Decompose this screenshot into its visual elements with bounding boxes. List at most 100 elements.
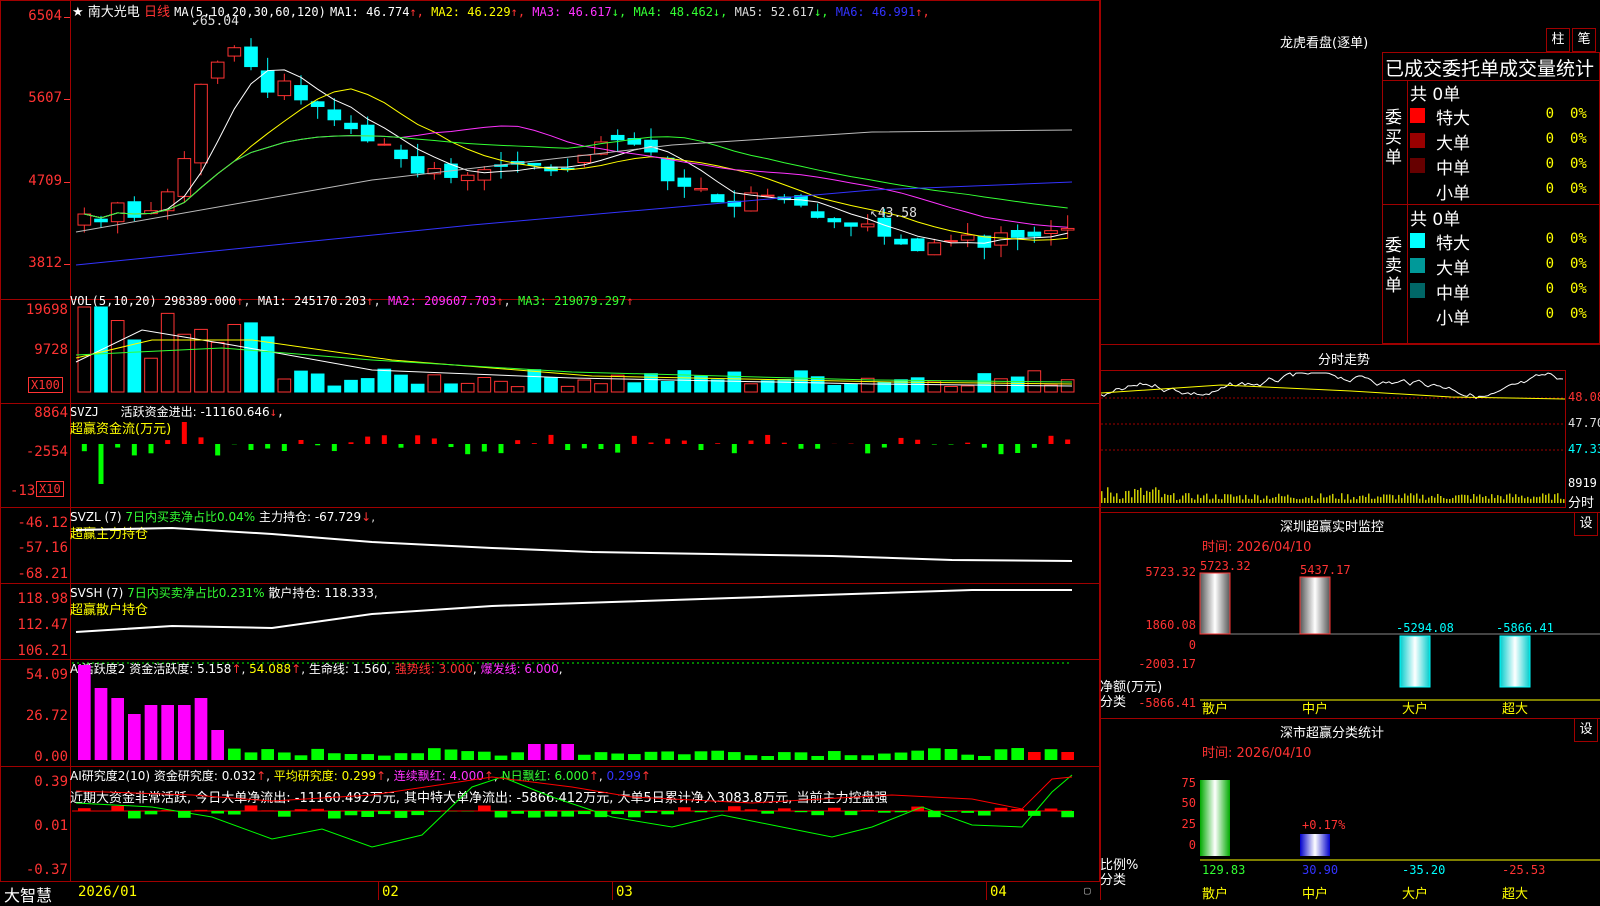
intraday-vol-bar (1146, 491, 1148, 503)
svzj-bar (732, 444, 737, 453)
period-label[interactable]: 日线 (144, 5, 170, 20)
ai-research-bar (978, 811, 991, 816)
svsh-ytick-2: 106.21 (0, 643, 68, 659)
buy-row-count-2: 0 (1530, 156, 1554, 172)
svzj-chart[interactable] (72, 404, 1098, 504)
svzl-line (76, 528, 1072, 561)
svzj-bar (965, 443, 970, 444)
svzl-chart[interactable] (72, 508, 1098, 583)
stock-name[interactable]: 南大光电 (88, 5, 140, 20)
stroke-view-button[interactable]: 笔 (1572, 28, 1596, 52)
intraday-chart[interactable] (1101, 371, 1565, 507)
svzj-bar (565, 444, 570, 450)
monitor-category-1: 中户 (1302, 701, 1328, 717)
x-tick-0: 2026/01 (78, 884, 137, 900)
intraday-vol-bar (1161, 497, 1163, 503)
ai-research-bar (861, 810, 874, 811)
sell-block-vline (1407, 204, 1408, 344)
ai-research-chart[interactable] (72, 767, 1098, 879)
ai-research-bar (778, 808, 791, 811)
ai-active-bar (478, 752, 491, 760)
volume-bar (678, 371, 691, 392)
buy-row-count-0: 0 (1530, 106, 1554, 122)
ai-active-bar (728, 752, 741, 760)
svzj-bar (482, 444, 487, 451)
volume-bar (545, 378, 558, 392)
intraday-vol-bar (1401, 498, 1403, 503)
sell-row-name-3: 小单 (1436, 304, 1470, 329)
x-tick-1: 02 (382, 884, 399, 900)
ai-active-bar (795, 752, 808, 760)
volume-bar (511, 387, 524, 392)
ai-active-bar (411, 753, 424, 760)
candle-body (711, 195, 724, 202)
ai-active-chart[interactable] (72, 660, 1098, 765)
candlestick-chart[interactable] (72, 20, 1098, 295)
ai-research-bar (395, 811, 408, 818)
ai-active-bar (995, 749, 1008, 760)
ai-research-bar (111, 806, 124, 811)
ma-arrow-4: ↓, (713, 5, 727, 19)
monitor-settings-button[interactable]: 设 (1574, 512, 1598, 536)
x-tick-mark-2 (612, 882, 613, 900)
lock-icon[interactable]: ▢ (1084, 884, 1091, 897)
ai-active-bar (1028, 752, 1041, 760)
volume-unit: X100 (31, 378, 60, 392)
svzj-bar (299, 440, 304, 444)
volume-bar (128, 340, 141, 392)
candle-body (211, 62, 224, 78)
ai-research-bar (895, 811, 908, 812)
main-ytick-3: 3812 (0, 255, 62, 271)
class-title: 深市超赢分类统计 (1280, 722, 1384, 741)
ai-active-bar (95, 688, 108, 760)
intraday-vol-bar (1446, 499, 1448, 503)
monitor-bar-0 (1200, 573, 1230, 634)
svzj-bar (682, 441, 687, 444)
svzj-bar (915, 440, 920, 444)
svzj-ytick-2: -13 (10, 483, 35, 499)
buy-total: 共 0单 (1410, 80, 1460, 105)
intraday-vol-bar (1236, 496, 1238, 503)
ai-active-bar (911, 751, 924, 760)
intraday-vol-bar (1329, 495, 1331, 503)
order-stats-title: 已成交委托单成交量统计 (1385, 54, 1594, 81)
volume-bar (378, 369, 391, 392)
intraday-vol-bar (1551, 500, 1553, 503)
candle-body (311, 102, 324, 107)
volume-bar (745, 384, 758, 392)
volume-ma3-line (76, 348, 1072, 382)
ai-active-bar (428, 748, 441, 760)
intraday-vol-bar (1395, 499, 1397, 503)
intraday-vol-bar (1230, 494, 1232, 503)
intraday-vol-bar (1467, 495, 1469, 503)
svzl-ytick-2: -68.21 (0, 566, 68, 582)
intraday-vol-bar (1362, 496, 1364, 503)
sell-row-name-0: 特大 (1436, 229, 1470, 254)
svzj-bar (515, 440, 520, 444)
candle-body (678, 178, 691, 186)
intraday-vol-bar (1380, 497, 1382, 503)
ai-active-bar (928, 748, 941, 760)
svzj-bar (749, 441, 754, 444)
intraday-vol-bar (1533, 497, 1535, 503)
svzj-bar (782, 443, 787, 444)
ai-active-bar (245, 752, 258, 760)
volume-bar (561, 386, 574, 392)
monitor-chart[interactable]: 5723.32散户5437.17中户-5294.08大户-5866.41超大 (1100, 555, 1600, 715)
class-settings-button[interactable]: 设 (1574, 718, 1598, 742)
intraday-vol-bar (1548, 493, 1550, 503)
candle-body (478, 170, 491, 180)
intraday-vol-bar (1137, 490, 1139, 503)
ma-value-1: MA1: 46.774 (330, 5, 409, 19)
column-view-button[interactable]: 柱 (1546, 28, 1570, 52)
intraday-vol-bar (1125, 491, 1127, 503)
svsh-chart[interactable] (72, 584, 1098, 659)
candle-body (1061, 228, 1074, 230)
intraday-vol-bar (1377, 496, 1379, 503)
class-chart[interactable]: 129.83散户30.90中户-35.20大户-25.53超大 (1100, 770, 1600, 900)
main-ytick-0: 6504 (0, 8, 62, 24)
intraday-vol-bar (1554, 494, 1556, 503)
buy-side-text: 委买单 (1385, 108, 1403, 168)
volume-chart[interactable] (72, 300, 1098, 400)
svzj-bar (99, 444, 104, 484)
